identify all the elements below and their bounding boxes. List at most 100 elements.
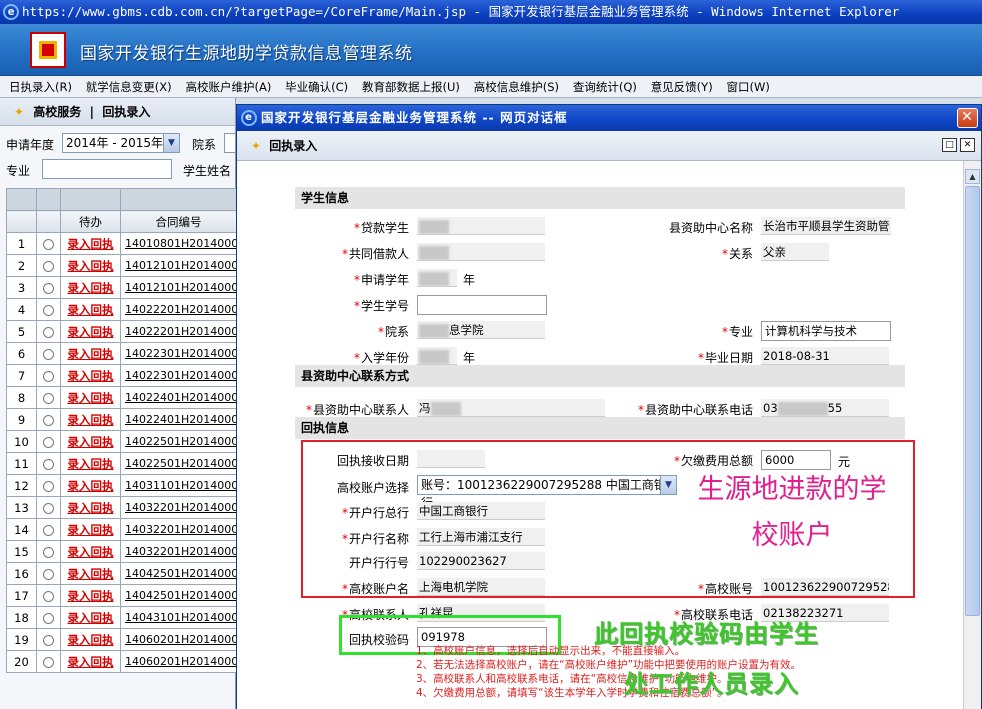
menu-item-moe-report[interactable]: 教育部数据上报(U): [357, 76, 465, 98]
enter-receipt-link[interactable]: 录入回执: [68, 611, 114, 625]
radio-icon[interactable]: [43, 568, 54, 580]
menu-item-receipt-entry[interactable]: 日执录入(R): [4, 76, 77, 98]
row-action-link[interactable]: 录入回执: [60, 254, 121, 277]
table-row[interactable]: 10 录入回执 14022501H20140000: [6, 430, 237, 453]
row-radio[interactable]: [36, 386, 61, 409]
enter-receipt-link[interactable]: 录入回执: [68, 303, 114, 317]
radio-icon[interactable]: [43, 502, 54, 514]
enter-receipt-link[interactable]: 录入回执: [68, 259, 114, 273]
major-input[interactable]: [42, 159, 172, 179]
close-icon[interactable]: ✕: [960, 138, 975, 152]
row-action-link[interactable]: 录入回执: [60, 232, 121, 255]
radio-icon[interactable]: [43, 304, 54, 316]
table-row[interactable]: 2 录入回执 14012101H20140001: [6, 254, 237, 277]
table-row[interactable]: 18 录入回执 14043101H20140000: [6, 606, 237, 629]
enter-receipt-link[interactable]: 录入回执: [68, 501, 114, 515]
radio-icon[interactable]: [43, 634, 54, 646]
row-radio[interactable]: [36, 452, 61, 475]
enter-receipt-link[interactable]: 录入回执: [68, 281, 114, 295]
dept-input[interactable]: [224, 133, 236, 153]
row-action-link[interactable]: 录入回执: [60, 342, 121, 365]
row-contract[interactable]: 14022201H20140000: [120, 298, 237, 321]
row-contract[interactable]: 14060201H20140001: [120, 650, 237, 673]
row-action-link[interactable]: 录入回执: [60, 496, 121, 519]
row-radio[interactable]: [36, 232, 61, 255]
enter-receipt-link[interactable]: 录入回执: [68, 435, 114, 449]
row-radio[interactable]: [36, 562, 61, 585]
row-action-link[interactable]: 录入回执: [60, 518, 121, 541]
row-contract[interactable]: 14042501H20140000: [120, 584, 237, 607]
enter-receipt-link[interactable]: 录入回执: [68, 347, 114, 361]
row-contract[interactable]: 14042501H20140000: [120, 562, 237, 585]
chevron-down-icon[interactable]: ▼: [163, 134, 179, 152]
table-row[interactable]: 9 录入回执 14022401H20140002: [6, 408, 237, 431]
table-row[interactable]: 14 录入回执 14032201H20140001: [6, 518, 237, 541]
row-contract[interactable]: 14010801H20140000: [120, 232, 237, 255]
row-action-link[interactable]: 录入回执: [60, 606, 121, 629]
table-row[interactable]: 16 录入回执 14042501H20140000: [6, 562, 237, 585]
row-radio[interactable]: [36, 628, 61, 651]
enter-receipt-link[interactable]: 录入回执: [68, 325, 114, 339]
radio-icon[interactable]: [43, 392, 54, 404]
year-select[interactable]: 2014年 - 2015年 ▼: [62, 133, 180, 153]
menu-item-graduation[interactable]: 毕业确认(C): [280, 76, 353, 98]
enter-receipt-link[interactable]: 录入回执: [68, 523, 114, 537]
row-action-link[interactable]: 录入回执: [60, 628, 121, 651]
enter-receipt-link[interactable]: 录入回执: [68, 545, 114, 559]
table-row[interactable]: 17 录入回执 14042501H20140000: [6, 584, 237, 607]
row-contract[interactable]: 14022401H20140002: [120, 386, 237, 409]
enter-receipt-link[interactable]: 录入回执: [68, 413, 114, 427]
scroll-up-icon[interactable]: ▲: [965, 169, 980, 184]
row-radio[interactable]: [36, 496, 61, 519]
row-action-link[interactable]: 录入回执: [60, 650, 121, 673]
row-action-link[interactable]: 录入回执: [60, 562, 121, 585]
row-action-link[interactable]: 录入回执: [60, 452, 121, 475]
menu-item-query[interactable]: 查询统计(Q): [568, 76, 642, 98]
table-row[interactable]: 1 录入回执 14010801H20140000: [6, 232, 237, 255]
radio-icon[interactable]: [43, 370, 54, 382]
row-contract[interactable]: 14012101H20140001: [120, 254, 237, 277]
row-radio[interactable]: [36, 606, 61, 629]
enter-receipt-link[interactable]: 录入回执: [68, 391, 114, 405]
enter-receipt-link[interactable]: 录入回执: [68, 479, 114, 493]
table-row[interactable]: 20 录入回执 14060201H20140001: [6, 650, 237, 673]
table-row[interactable]: 4 录入回执 14022201H20140000: [6, 298, 237, 321]
table-row[interactable]: 7 录入回执 14022301H20140002: [6, 364, 237, 387]
menu-item-window[interactable]: 窗口(W): [722, 76, 775, 98]
radio-icon[interactable]: [43, 612, 54, 624]
radio-icon[interactable]: [43, 480, 54, 492]
row-action-link[interactable]: 录入回执: [60, 584, 121, 607]
row-radio[interactable]: [36, 430, 61, 453]
table-row[interactable]: 15 录入回执 14032201H20140001: [6, 540, 237, 563]
row-action-link[interactable]: 录入回执: [60, 430, 121, 453]
table-row[interactable]: 12 录入回执 14031101H20140000: [6, 474, 237, 497]
menu-item-school-info[interactable]: 高校信息维护(S): [469, 76, 564, 98]
row-contract[interactable]: 14032201H20140000: [120, 496, 237, 519]
radio-icon[interactable]: [43, 656, 54, 668]
radio-icon[interactable]: [43, 326, 54, 338]
row-action-link[interactable]: 录入回执: [60, 276, 121, 299]
row-contract[interactable]: 14022501H20140001: [120, 452, 237, 475]
radio-icon[interactable]: [43, 282, 54, 294]
row-radio[interactable]: [36, 650, 61, 673]
radio-icon[interactable]: [43, 238, 54, 250]
row-contract[interactable]: 14032201H20140001: [120, 518, 237, 541]
scroll-thumb[interactable]: [965, 186, 980, 616]
row-action-link[interactable]: 录入回执: [60, 386, 121, 409]
enter-receipt-link[interactable]: 录入回执: [68, 655, 114, 669]
menu-item-feedback[interactable]: 意见反馈(Y): [646, 76, 718, 98]
row-action-link[interactable]: 录入回执: [60, 408, 121, 431]
radio-icon[interactable]: [43, 436, 54, 448]
row-radio[interactable]: [36, 474, 61, 497]
table-row[interactable]: 3 录入回执 14012101H20140000: [6, 276, 237, 299]
row-contract[interactable]: 14022201H20140000: [120, 320, 237, 343]
dialog-scrollbar[interactable]: ▲: [963, 161, 981, 709]
table-row[interactable]: 5 录入回执 14022201H20140000: [6, 320, 237, 343]
row-contract[interactable]: 14022401H20140002: [120, 408, 237, 431]
menu-item-study-info-change[interactable]: 就学信息变更(X): [81, 76, 177, 98]
radio-icon[interactable]: [43, 348, 54, 360]
restore-icon[interactable]: □: [942, 138, 957, 152]
row-radio[interactable]: [36, 540, 61, 563]
row-radio[interactable]: [36, 364, 61, 387]
row-radio[interactable]: [36, 298, 61, 321]
